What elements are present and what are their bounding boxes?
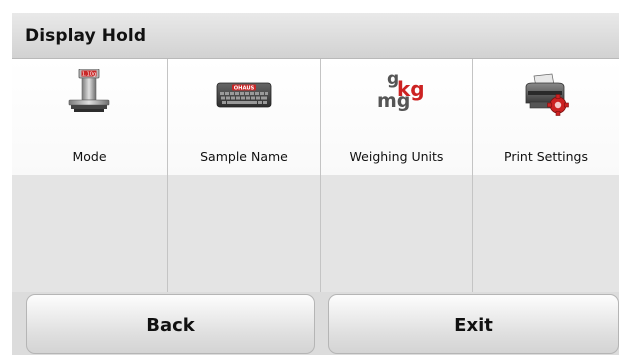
empty-cell — [167, 175, 320, 292]
empty-cell — [472, 175, 619, 292]
menu-item-weighing-units[interactable]: g kg mg Weighing Units — [320, 59, 472, 175]
menu-item-label: Sample Name — [200, 149, 288, 164]
printer-settings-icon — [518, 69, 574, 119]
empty-cell — [320, 175, 472, 292]
weighing-units-icon: g kg mg — [369, 69, 425, 119]
empty-cell — [12, 175, 167, 292]
title-bar: Display Hold — [12, 13, 619, 59]
menu-item-label: Print Settings — [504, 149, 588, 164]
menu-item-label: Mode — [72, 149, 107, 164]
menu-item-sample-name[interactable]: OHAUS Sample Name — [167, 59, 320, 175]
scale-display-text: 1.10g — [81, 72, 95, 78]
ohaus-keyboard-text: OHAUS — [234, 86, 255, 92]
footer-bar: Back Exit — [12, 292, 619, 355]
menu-item-label: Weighing Units — [349, 149, 444, 164]
balance-scale-icon: 1.10g — [62, 68, 118, 119]
keyboard-icon: OHAUS — [216, 69, 272, 119]
display-hold-screen: Display Hold 1.10g Mode OHAUS Sample Nam… — [0, 0, 619, 355]
menu-item-print-settings[interactable]: Print Settings — [472, 59, 619, 175]
page-title: Display Hold — [25, 26, 147, 46]
back-button[interactable]: Back — [26, 294, 315, 354]
menu-grid: 1.10g Mode OHAUS Sample Name g kg mg Wei… — [12, 59, 619, 292]
menu-item-mode[interactable]: 1.10g Mode — [12, 59, 167, 175]
exit-button[interactable]: Exit — [328, 294, 619, 354]
unit-mg-text: mg — [377, 90, 410, 112]
